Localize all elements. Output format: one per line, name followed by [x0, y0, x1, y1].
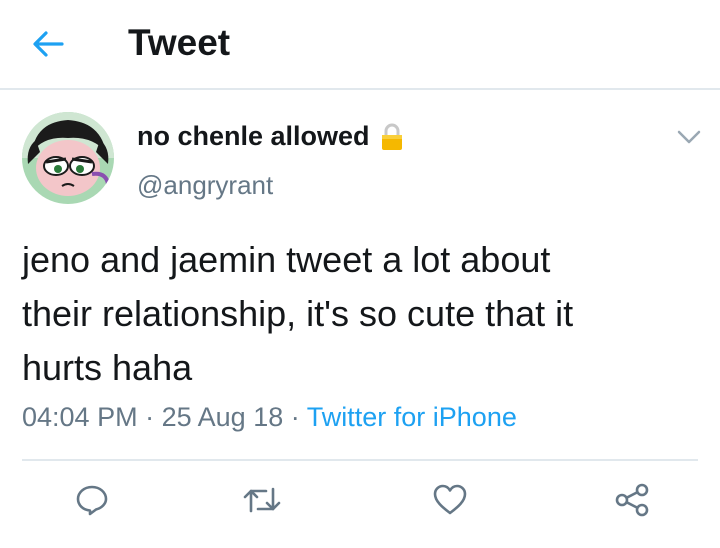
retweet-icon — [243, 487, 281, 513]
reply-button[interactable] — [70, 478, 114, 522]
tweet-time: 04:04 PM — [22, 402, 138, 432]
divider — [22, 459, 698, 461]
meta-separator: · — [290, 402, 300, 432]
page-title: Tweet — [128, 22, 231, 63]
like-button[interactable] — [428, 478, 472, 522]
tweet-meta: 04:04 PM · 25 Aug 18 · Twitter for iPhon… — [22, 402, 517, 433]
author-name-row[interactable]: no chenle allowed — [137, 121, 404, 152]
heart-icon — [433, 484, 467, 515]
share-icon — [615, 483, 649, 517]
tweet-date: 25 Aug 18 — [161, 402, 284, 432]
more-options-button[interactable] — [674, 124, 704, 150]
avatar[interactable] — [22, 112, 114, 204]
share-button[interactable] — [610, 478, 654, 522]
retweet-button[interactable] — [240, 478, 284, 522]
meta-separator: · — [145, 402, 155, 432]
arrow-left-icon — [33, 31, 64, 57]
back-button[interactable] — [30, 26, 66, 62]
user-handle[interactable]: @angryrant — [137, 170, 273, 201]
top-app-bar: Tweet — [0, 0, 720, 90]
lock-icon — [381, 123, 402, 150]
tweet-text: jeno and jaemin tweet a lot about their … — [22, 239, 574, 388]
tweet-source-link[interactable]: Twitter for iPhone — [307, 402, 517, 432]
reply-icon — [76, 485, 108, 516]
chevron-down-icon — [677, 130, 701, 144]
display-name: no chenle allowed — [137, 121, 370, 151]
